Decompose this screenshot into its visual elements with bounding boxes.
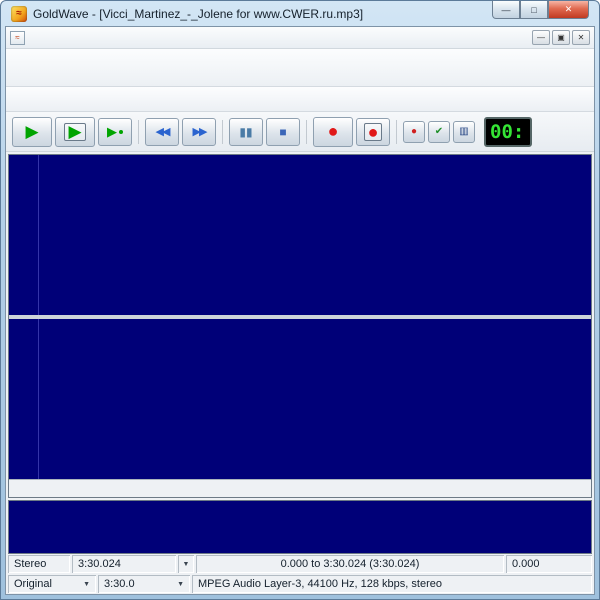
view-length-value: 3:30.0 bbox=[104, 578, 135, 590]
play-selection-button[interactable]: ▶ bbox=[98, 118, 132, 146]
time-display: 00: bbox=[484, 117, 532, 147]
transport-separator bbox=[396, 120, 397, 144]
window-controls: — □ ✕ bbox=[492, 1, 589, 19]
selection-value: 0.000 to 3:30.024 (3:30.024) bbox=[281, 558, 420, 570]
transport-separator bbox=[306, 120, 307, 144]
fast-forward-icon: ▶▶ bbox=[193, 125, 206, 138]
close-icon: ✕ bbox=[565, 4, 573, 15]
document-icon: ≈ bbox=[10, 31, 25, 45]
time-display-value: 00: bbox=[490, 121, 524, 143]
play-selection-icon: ▶ bbox=[107, 124, 117, 140]
record-icon: ● bbox=[328, 121, 339, 142]
status-bar-1: Stereo 3:30.024 ▼ 0.000 to 3:30.024 (3:3… bbox=[6, 554, 594, 574]
overview-canvas[interactable] bbox=[9, 501, 591, 553]
channels-value: Stereo bbox=[14, 558, 46, 570]
rewind-button[interactable]: ◀◀ bbox=[145, 118, 179, 146]
dropdown-icon: ▼ bbox=[177, 581, 184, 588]
titlebar[interactable]: ≈ GoldWave - [Vicci_Martinez_-_Jolene fo… bbox=[5, 1, 595, 26]
play-all-button[interactable]: ▶ bbox=[55, 117, 95, 147]
waveform-panel bbox=[8, 154, 592, 498]
position-status: 0.000 bbox=[506, 555, 592, 573]
display-settings-button[interactable]: ▥ bbox=[453, 121, 475, 143]
format-status: MPEG Audio Layer-3, 44100 Hz, 128 kbps, … bbox=[192, 575, 592, 593]
pause-button[interactable]: ▮▮ bbox=[229, 118, 263, 146]
position-value: 0.000 bbox=[512, 558, 540, 570]
minimize-icon: — bbox=[502, 5, 511, 15]
right-amplitude-axis bbox=[9, 319, 39, 479]
play-all-icon: ▶ bbox=[64, 123, 85, 141]
overview-panel bbox=[8, 500, 592, 554]
play-button[interactable]: ▶ bbox=[12, 117, 52, 147]
quality-selector[interactable]: Original ▼ bbox=[8, 575, 96, 593]
goldwave-window: ≈ GoldWave - [Vicci_Martinez_-_Jolene fo… bbox=[0, 0, 600, 600]
mdi-restore-icon: ▣ bbox=[557, 33, 565, 42]
time-format-dropdown[interactable]: ▼ bbox=[178, 555, 194, 573]
view-length-selector[interactable]: 3:30.0 ▼ bbox=[98, 575, 190, 593]
time-axis-spacer bbox=[9, 480, 39, 497]
format-value: MPEG Audio Layer-3, 44100 Hz, 128 kbps, … bbox=[198, 578, 442, 590]
goldwave-app-icon: ≈ bbox=[11, 6, 27, 22]
mdi-close-icon: ✕ bbox=[578, 33, 585, 42]
minimize-button[interactable]: — bbox=[492, 1, 520, 19]
stop-icon: ■ bbox=[279, 125, 286, 139]
window-title: GoldWave - [Vicci_Martinez_-_Jolene for … bbox=[33, 7, 363, 21]
right-waveform-canvas[interactable] bbox=[39, 319, 591, 479]
monitor-button[interactable]: ● bbox=[403, 121, 425, 143]
record-new-icon: ● bbox=[364, 123, 383, 141]
mdi-restore-button[interactable]: ▣ bbox=[552, 30, 570, 45]
transport-separator bbox=[222, 120, 223, 144]
monitor-icon: ● bbox=[411, 126, 417, 137]
mdi-minimize-button[interactable]: — bbox=[532, 30, 550, 45]
main-toolbar bbox=[6, 49, 594, 87]
time-axis bbox=[9, 479, 591, 497]
channels-status: Stereo bbox=[8, 555, 70, 573]
mdi-window-controls: — ▣ ✕ bbox=[532, 30, 590, 45]
left-channel bbox=[9, 155, 591, 315]
client-area: ≈ — ▣ ✕ ▶ ▶ ▶ ◀◀ ▶▶ ▮▮ ■ ● ● ● ✔ bbox=[5, 26, 595, 595]
transport-separator bbox=[138, 120, 139, 144]
selection-status: 0.000 to 3:30.024 (3:30.024) bbox=[196, 555, 504, 573]
display-icon: ▥ bbox=[459, 126, 468, 137]
maximize-icon: □ bbox=[531, 5, 536, 15]
vu-check-icon: ✔ bbox=[435, 126, 443, 137]
fast-forward-button[interactable]: ▶▶ bbox=[182, 118, 216, 146]
play-icon: ▶ bbox=[25, 122, 38, 142]
time-axis-track bbox=[39, 480, 591, 497]
right-channel bbox=[9, 319, 591, 479]
close-button[interactable]: ✕ bbox=[548, 1, 589, 19]
quality-value: Original bbox=[14, 578, 52, 590]
length-status: 3:30.024 bbox=[72, 555, 176, 573]
record-new-button[interactable]: ● bbox=[356, 118, 390, 146]
record-button[interactable]: ● bbox=[313, 117, 353, 147]
left-amplitude-axis bbox=[9, 155, 39, 315]
rewind-icon: ◀◀ bbox=[156, 125, 169, 138]
dropdown-icon: ▼ bbox=[183, 561, 190, 568]
play-selection-dot bbox=[119, 130, 123, 134]
menubar: ≈ — ▣ ✕ bbox=[6, 27, 594, 49]
dropdown-icon: ▼ bbox=[83, 581, 90, 588]
length-value: 3:30.024 bbox=[78, 558, 121, 570]
status-bar-2: Original ▼ 3:30.0 ▼ MPEG Audio Layer-3, 44… bbox=[6, 574, 594, 594]
effects-toolbar bbox=[6, 87, 594, 112]
mdi-minimize-icon: — bbox=[537, 33, 545, 42]
vu-toggle-button[interactable]: ✔ bbox=[428, 121, 450, 143]
stop-button[interactable]: ■ bbox=[266, 118, 300, 146]
transport-toolbar: ▶ ▶ ▶ ◀◀ ▶▶ ▮▮ ■ ● ● ● ✔ ▥ 00: bbox=[6, 112, 594, 152]
left-waveform-canvas[interactable] bbox=[39, 155, 591, 315]
maximize-button[interactable]: □ bbox=[520, 1, 548, 19]
pause-icon: ▮▮ bbox=[239, 125, 252, 139]
mdi-close-button[interactable]: ✕ bbox=[572, 30, 590, 45]
